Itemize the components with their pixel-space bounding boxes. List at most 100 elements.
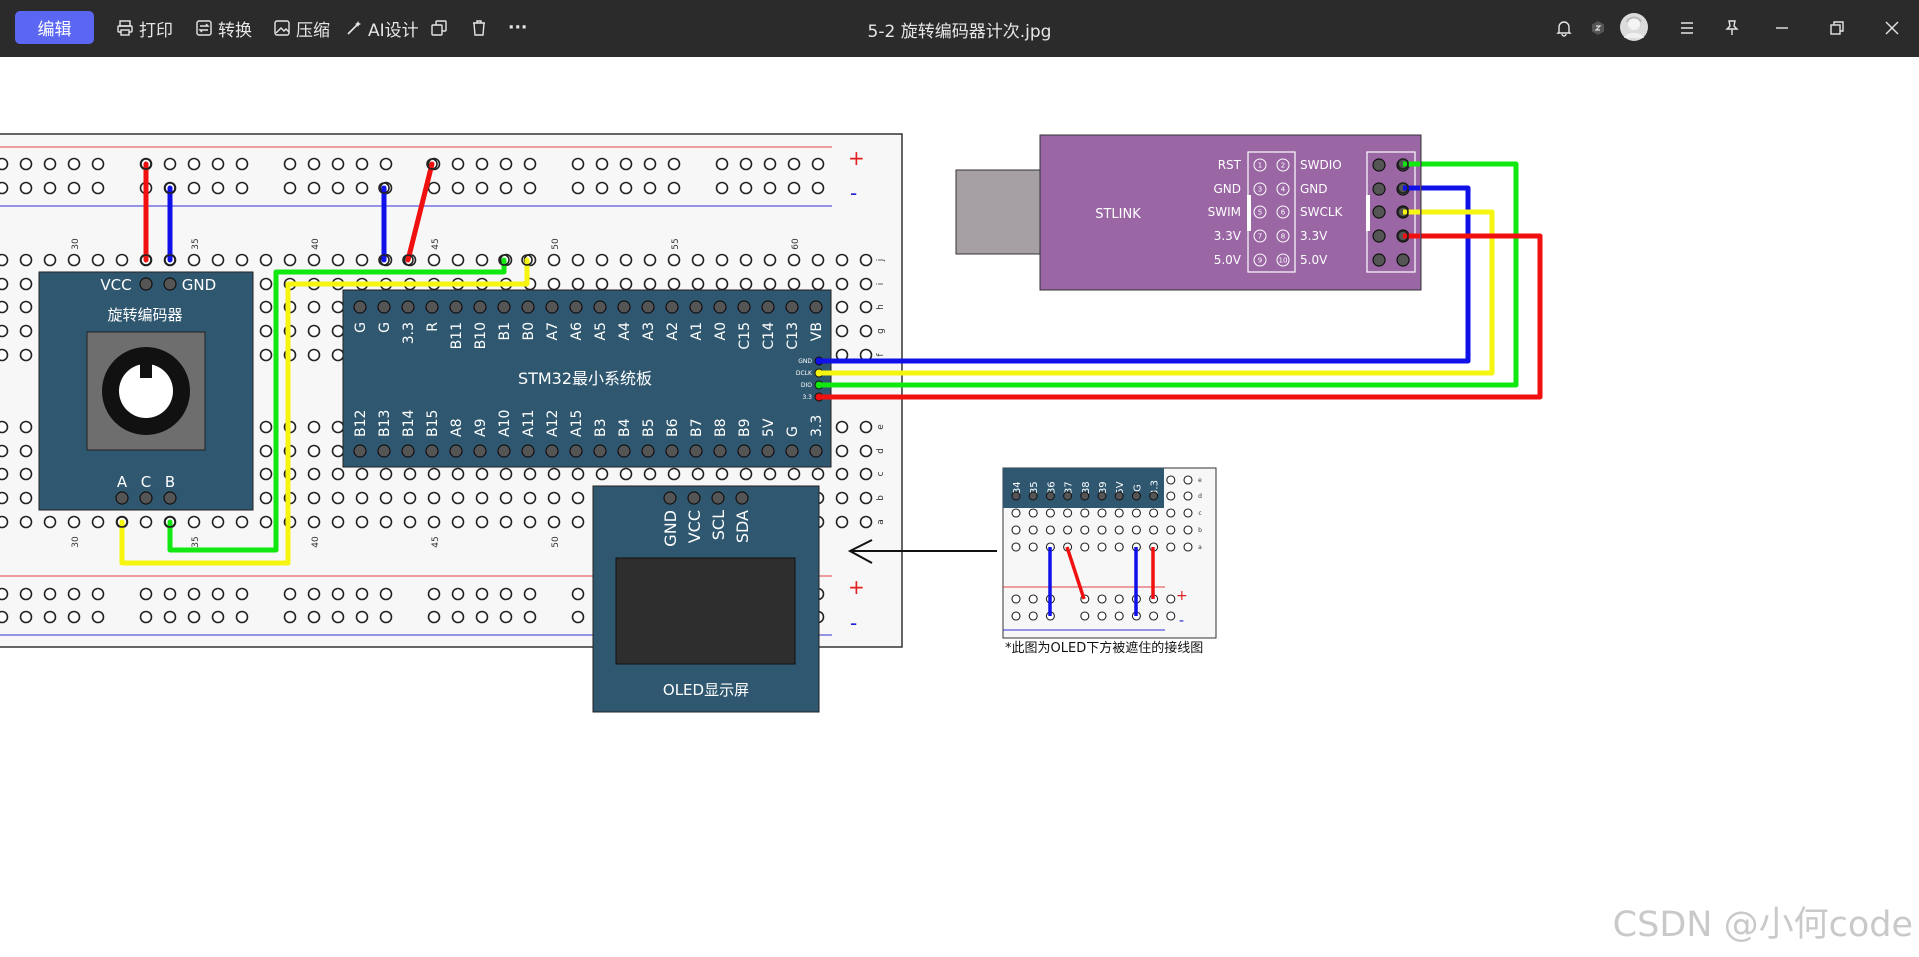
rail-hole (499, 587, 513, 601)
close-button[interactable] (1878, 14, 1906, 42)
breadboard-hole (859, 420, 873, 434)
breadboard-hole (547, 253, 561, 267)
rail-hole (523, 157, 537, 171)
compress-image-icon (274, 20, 290, 36)
inset-hole (1166, 491, 1176, 501)
stlink-pin-number: 4 (1281, 186, 1286, 194)
encoder-gnd-pin (163, 277, 177, 291)
pin-icon (1725, 20, 1739, 35)
rail-hole (571, 157, 585, 171)
encoder-pin-a-label: A (117, 473, 128, 491)
rail-hole (0, 181, 9, 195)
breadboard-hole (667, 253, 681, 267)
stm32-top-pin-label: 3.3 (401, 322, 417, 344)
breadboard-hole (403, 467, 417, 481)
breadboard-hole (235, 515, 249, 529)
rail-hole (139, 610, 153, 624)
stm32-bottom-pin (545, 444, 559, 458)
avatar-icon (1620, 13, 1648, 41)
stm32-bottom-pin (761, 444, 775, 458)
breadboard-hole (307, 444, 321, 458)
stm32-bottom-pin (473, 444, 487, 458)
edit-button[interactable]: 编辑 (15, 11, 94, 44)
stlink-right-label: SWCLK (1300, 205, 1344, 219)
stlink-programmer: STLINK RST GND SWIM 3.3V 5.0V SWDIO GND SWCLK 3.3… (955, 134, 1422, 291)
breadboard-hole (787, 467, 801, 481)
stm32-top-pin (401, 300, 415, 314)
compress-label: 压缩 (296, 20, 330, 41)
inset-hole (1149, 508, 1159, 518)
inset-hole (1011, 525, 1021, 535)
top-minus-label: - (850, 181, 857, 205)
convert-button[interactable]: 转换 (195, 14, 252, 42)
breadboard-hole (859, 324, 873, 338)
rail-hole (91, 157, 105, 171)
ai-design-button[interactable]: AI设计 (345, 14, 419, 42)
rail-hole (0, 587, 9, 601)
stlink-connector-key (1366, 195, 1370, 231)
breadboard-hole (451, 253, 465, 267)
stm32-bottom-pin (425, 444, 439, 458)
breadboard-hole (259, 348, 273, 362)
print-button[interactable]: 打印 (116, 14, 173, 42)
encoder-signal-pin (115, 491, 129, 505)
menu-button[interactable] (1673, 14, 1701, 42)
breadboard-hole (331, 444, 345, 458)
bell-icon (1556, 21, 1572, 37)
inset-pin (1131, 491, 1141, 501)
breadboard-hole (427, 515, 441, 529)
inset-rail-hole (1166, 594, 1176, 604)
stm32-bottom-pin-label: B13 (377, 410, 393, 437)
breadboard-hole (0, 253, 9, 267)
breadboard-hole (43, 515, 57, 529)
stm32-top-pin-label: A1 (689, 322, 705, 340)
stm32-bottom-pin-label: A15 (569, 410, 585, 437)
notification-button[interactable] (1550, 14, 1578, 42)
minimize-button[interactable] (1768, 14, 1796, 42)
pin-button[interactable] (1718, 14, 1746, 42)
rail-hole (91, 610, 105, 624)
rail-hole (667, 181, 681, 195)
breadboard-hole (499, 515, 513, 529)
stlink-header-key (1247, 195, 1251, 231)
delete-button[interactable] (470, 14, 488, 42)
inset-hole (1063, 525, 1073, 535)
rail-hole (643, 181, 657, 195)
breadboard-hole (547, 491, 561, 505)
restore-button[interactable] (1823, 14, 1851, 42)
stlink-connector-pin (1396, 253, 1410, 267)
hexagon-badge-icon (1592, 21, 1604, 35)
breadboard-hole (379, 515, 393, 529)
inset-hole (1166, 525, 1176, 535)
inset-pin (1011, 491, 1021, 501)
oled-pin-label: SDA (733, 510, 752, 543)
row-label: h (876, 304, 886, 310)
stm32-top-pin-label: VB (809, 322, 825, 341)
inset-hole (1097, 542, 1107, 552)
stm32-top-pin-label: G (353, 322, 369, 333)
rail-hole (0, 157, 9, 171)
copy-icon (431, 20, 447, 36)
rail-hole (787, 157, 801, 171)
breadboard-hole (187, 515, 201, 529)
inset-rail-hole (1011, 594, 1021, 604)
compress-button[interactable]: 压缩 (273, 14, 330, 42)
stlink-pin-number: 2 (1281, 162, 1285, 170)
more-button[interactable]: ··· (508, 14, 527, 42)
breadboard-hole (691, 253, 705, 267)
breadboard-hole (859, 253, 873, 267)
rail-hole (355, 181, 369, 195)
breadboard-hole (427, 253, 441, 267)
rail-hole (763, 157, 777, 171)
rail-hole (739, 157, 753, 171)
inset-hole (1011, 542, 1021, 552)
column-label: 50 (551, 536, 561, 548)
oled-pin-label: VCC (685, 510, 704, 543)
copy-button[interactable] (430, 14, 448, 42)
stlink-connector-pin (1372, 182, 1386, 196)
rail-hole (475, 181, 489, 195)
inset-hole (1080, 508, 1090, 518)
stm32-top-pin-label: C13 (785, 322, 801, 350)
user-avatar[interactable] (1619, 12, 1649, 42)
membership-badge[interactable] (1584, 14, 1612, 42)
